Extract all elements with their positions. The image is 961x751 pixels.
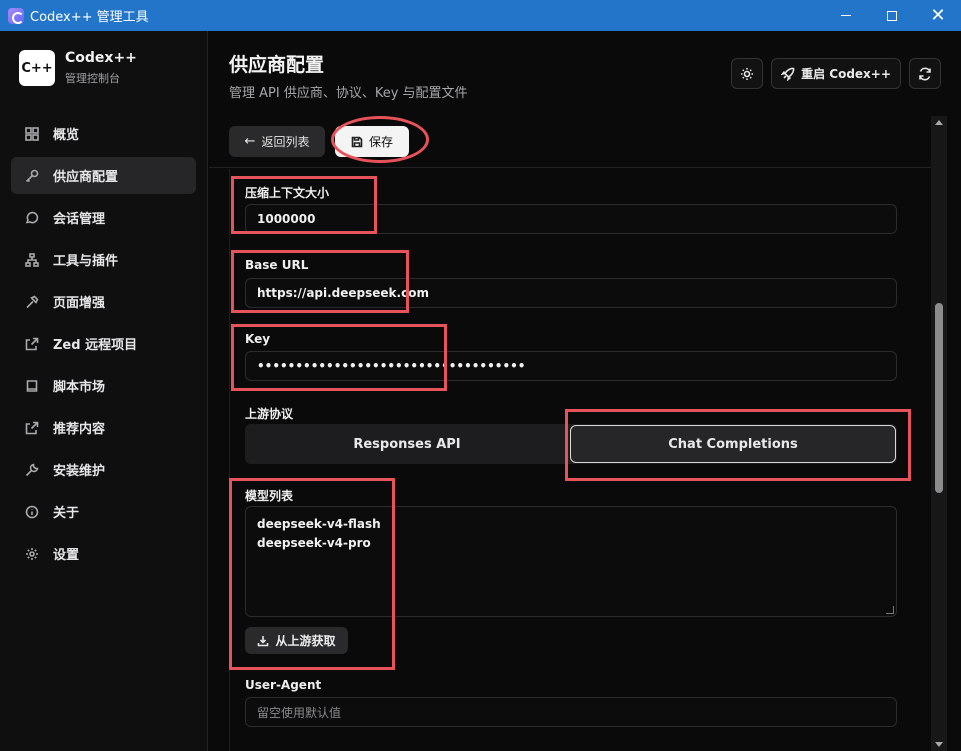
scroll-down-icon[interactable] xyxy=(935,742,943,747)
external-link-icon xyxy=(25,421,39,435)
sidebar-item-label: 脚本市场 xyxy=(53,380,106,395)
chat-icon xyxy=(25,211,39,225)
annotation-box-key xyxy=(231,324,447,391)
restart-label: 重启 Codex++ xyxy=(801,67,891,81)
external-link-icon xyxy=(25,337,39,351)
sidebar-item-tools[interactable]: 工具与插件 xyxy=(11,241,196,278)
brand-name: Codex++ xyxy=(65,50,137,66)
sidebar-item-recommended[interactable]: 推荐内容 xyxy=(11,409,196,446)
sidebar-item-label: 供应商配置 xyxy=(53,170,119,185)
sidebar: C++ Codex++ 管理控制台 概览 供应商配置 会话管理 工具与插件 页面… xyxy=(0,31,208,751)
sidebar-item-about[interactable]: 关于 xyxy=(11,493,196,530)
user-agent-input[interactable]: 留空使用默认值 xyxy=(245,697,897,727)
minimize-icon xyxy=(841,15,851,16)
maximize-icon xyxy=(887,10,897,21)
close-button[interactable]: ✕ xyxy=(915,0,961,31)
sidebar-item-overview[interactable]: 概览 xyxy=(11,115,196,152)
sidebar-item-label: 安装维护 xyxy=(53,464,106,479)
sidebar-item-label: 页面增强 xyxy=(53,296,106,311)
brand-logo: C++ xyxy=(19,50,55,86)
network-icon xyxy=(25,252,39,267)
restart-button[interactable]: 重启 Codex++ xyxy=(771,58,901,89)
sidebar-item-settings[interactable]: 设置 xyxy=(11,535,196,572)
page-title: 供应商配置 xyxy=(229,54,325,76)
hammer-icon xyxy=(25,295,39,309)
sidebar-item-label: Zed 远程项目 xyxy=(53,338,138,353)
user-agent-label: User-Agent xyxy=(245,678,322,692)
sidebar-item-label: 推荐内容 xyxy=(53,422,106,437)
minimize-button[interactable] xyxy=(823,0,869,31)
key-icon xyxy=(25,169,39,183)
editor-toolbar: ← 返回列表 保存 xyxy=(209,116,934,168)
sun-icon xyxy=(741,67,753,80)
sidebar-nav: 概览 供应商配置 会话管理 工具与插件 页面增强 Zed 远程项目 脚本市场 推… xyxy=(11,115,196,577)
protocol-label: 上游协议 xyxy=(245,407,294,421)
window-controls: ✕ xyxy=(823,0,961,31)
sidebar-item-label: 工具与插件 xyxy=(53,254,119,269)
sidebar-item-label: 会话管理 xyxy=(53,212,106,227)
back-to-list-button[interactable]: ← 返回列表 xyxy=(229,126,325,157)
rocket-icon xyxy=(781,67,795,81)
sidebar-item-zed-remote[interactable]: Zed 远程项目 xyxy=(11,325,196,362)
app-icon xyxy=(8,7,24,24)
protocol-option-responses[interactable]: Responses API xyxy=(245,424,569,464)
dashboard-icon xyxy=(25,126,39,141)
sidebar-item-label: 关于 xyxy=(53,506,80,521)
sidebar-item-page-enhance[interactable]: 页面增强 xyxy=(11,283,196,320)
refresh-icon xyxy=(919,67,931,80)
resize-grip-icon[interactable] xyxy=(886,606,894,614)
sidebar-item-sessions[interactable]: 会话管理 xyxy=(11,199,196,236)
annotation-ellipse-save xyxy=(331,116,429,163)
theme-toggle-button[interactable] xyxy=(731,58,763,89)
sidebar-item-install[interactable]: 安装维护 xyxy=(11,451,196,488)
sidebar-item-label: 设置 xyxy=(53,548,80,563)
info-icon xyxy=(25,505,39,519)
sidebar-item-label: 概览 xyxy=(53,128,80,143)
close-icon: ✕ xyxy=(930,4,946,26)
brand: C++ Codex++ 管理控制台 xyxy=(19,50,137,86)
sidebar-item-script-market[interactable]: 脚本市场 xyxy=(11,367,196,404)
annotation-box-models xyxy=(229,478,395,670)
arrow-left-icon: ← xyxy=(244,134,256,149)
annotation-box-chat-completions xyxy=(565,409,911,481)
gear-icon xyxy=(25,547,39,561)
annotation-box-base-url xyxy=(231,250,409,313)
sidebar-item-providers[interactable]: 供应商配置 xyxy=(11,157,196,194)
book-icon xyxy=(25,379,39,393)
scroll-up-icon[interactable] xyxy=(935,120,943,125)
maximize-button[interactable] xyxy=(869,0,915,31)
annotation-box-compress xyxy=(231,176,377,234)
back-label: 返回列表 xyxy=(261,135,310,149)
page-subtitle: 管理 API 供应商、协议、Key 与配置文件 xyxy=(229,86,468,101)
wrench-icon xyxy=(25,463,39,477)
window-title: Codex++ 管理工具 xyxy=(30,10,149,25)
refresh-button[interactable] xyxy=(909,58,941,89)
scroll-thumb[interactable] xyxy=(935,303,943,493)
content-scrollbar[interactable] xyxy=(931,116,947,751)
window-titlebar: Codex++ 管理工具 ✕ xyxy=(0,0,961,31)
brand-subtitle: 管理控制台 xyxy=(65,72,120,85)
